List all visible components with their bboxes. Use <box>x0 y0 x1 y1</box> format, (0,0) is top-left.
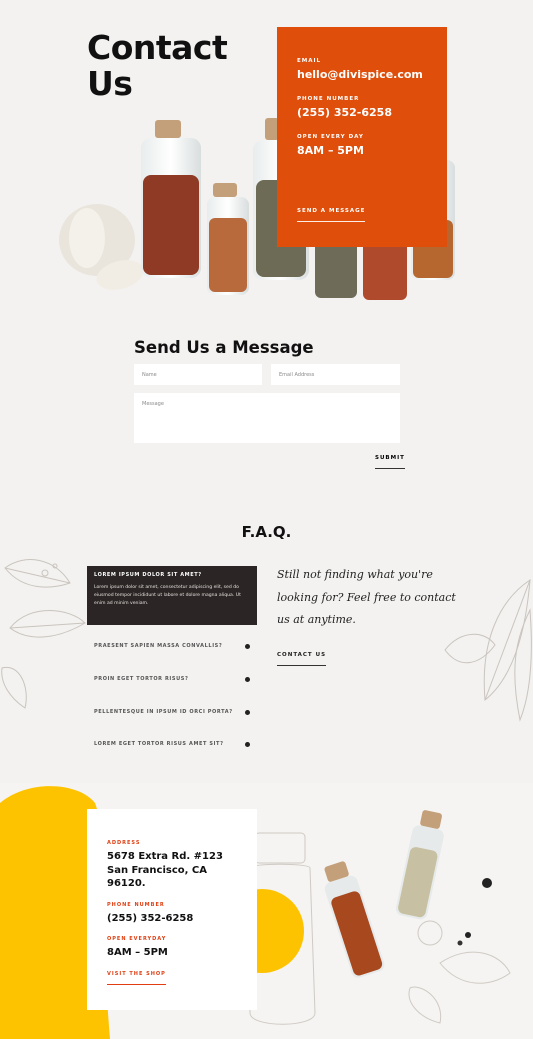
faq-toggle-icon[interactable] <box>245 676 250 682</box>
address-value: 5678 Extra Rd. #123 San Francisco, CA 96… <box>107 851 223 889</box>
faq-item[interactable]: LOREM EGET TORTOR RISUS AMET SIT? <box>87 734 257 754</box>
phone-label: PHONE NUMBER <box>107 901 165 908</box>
name-input[interactable] <box>134 364 262 385</box>
faq-open-question: LOREM IPSUM DOLOR SIT AMET? <box>94 572 202 578</box>
form-title: Send Us a Message <box>134 338 314 357</box>
email-label: EMAIL <box>297 58 322 64</box>
bottom-decoration <box>0 786 511 1039</box>
faq-toggle-icon[interactable] <box>245 643 250 649</box>
faq-question: LOREM EGET TORTOR RISUS AMET SIT? <box>94 741 224 747</box>
contact-us-link[interactable]: CONTACT US <box>277 652 327 666</box>
faq-item[interactable]: PROIN EGET TORTOR RISUS? <box>87 669 257 689</box>
phone-value[interactable]: (255) 352-6258 <box>107 912 237 926</box>
faq-question: PRAESENT SAPIEN MASSA CONVALLIS? <box>94 643 223 649</box>
faq-item[interactable]: PRAESENT SAPIEN MASSA CONVALLIS? <box>87 636 257 656</box>
hours-label: OPEN EVERY DAY <box>297 134 364 140</box>
faq-toggle-icon[interactable] <box>245 741 250 747</box>
pepper-sketch-left <box>1 559 86 709</box>
email-input[interactable] <box>271 364 400 385</box>
submit-button[interactable]: SUBMIT <box>375 455 405 469</box>
faq-item[interactable]: PELLENTESQUE IN IPSUM ID ORCI PORTA? <box>87 702 257 722</box>
page-title: Contact Us <box>87 28 228 103</box>
hours-value: 8AM – 5PM <box>297 144 364 157</box>
address-label: ADDRESS <box>107 840 141 846</box>
email-value[interactable]: hello@divispice.com <box>297 68 427 81</box>
address-card: ADDRESS 5678 Extra Rd. #123 San Francisc… <box>87 809 257 1010</box>
hours-label: OPEN EVERYDAY <box>107 936 167 942</box>
phone-value[interactable]: (255) 352-6258 <box>297 106 427 119</box>
contact-info-card: EMAIL hello@divispice.com PHONE NUMBER (… <box>277 27 447 247</box>
visit-shop-link[interactable]: VISIT THE SHOP <box>107 971 166 985</box>
faq-question: PELLENTESQUE IN IPSUM ID ORCI PORTA? <box>94 709 233 715</box>
message-textarea[interactable] <box>134 393 400 443</box>
faq-item-open[interactable]: LOREM IPSUM DOLOR SIT AMET? Lorem ipsum … <box>87 566 257 625</box>
faq-toggle-icon[interactable] <box>245 709 250 715</box>
faq-side-text: Still not finding what you're looking fo… <box>277 568 456 626</box>
phone-label: PHONE NUMBER <box>297 96 360 102</box>
hours-value: 8AM – 5PM <box>107 947 168 958</box>
faq-question: PROIN EGET TORTOR RISUS? <box>94 676 189 682</box>
faq-title: F.A.Q. <box>241 523 292 541</box>
send-message-link[interactable]: SEND A MESSAGE <box>297 208 366 222</box>
faq-open-answer: Lorem ipsum dolor sit amet, consectetur … <box>94 585 241 606</box>
